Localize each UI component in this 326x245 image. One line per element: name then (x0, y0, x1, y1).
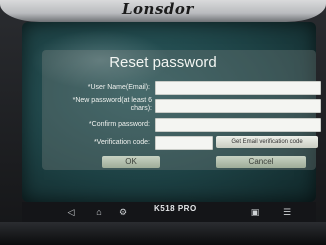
verification-code-label: *Verification code: (93, 139, 150, 146)
settings-icon[interactable]: ⚙ (118, 207, 128, 217)
model-label: K518 PRO (154, 204, 197, 213)
verification-code-field[interactable] (155, 136, 213, 150)
new-password-label: *New password(at least 6 chars): (72, 97, 152, 112)
confirm-password-field[interactable] (155, 118, 321, 132)
get-verification-code-button[interactable]: Get Email verification code (216, 136, 318, 148)
brand-logo: Lonsdor (122, 0, 194, 18)
username-label: *User Name(Email): (87, 84, 150, 91)
cancel-button[interactable]: Cancel (216, 156, 306, 168)
new-password-field[interactable] (155, 99, 321, 113)
recent-apps-icon[interactable]: ☰ (282, 207, 292, 217)
screenshot-icon[interactable]: ▣ (250, 207, 260, 217)
ok-button[interactable]: OK (102, 156, 160, 168)
dialog-title: Reset password (109, 54, 217, 71)
confirm-password-label: *Confirm password: (88, 121, 150, 128)
home-icon[interactable]: ⌂ (94, 207, 104, 217)
back-icon[interactable]: ◁ (66, 207, 76, 217)
username-field[interactable] (155, 81, 321, 95)
device-bottom (0, 222, 326, 245)
